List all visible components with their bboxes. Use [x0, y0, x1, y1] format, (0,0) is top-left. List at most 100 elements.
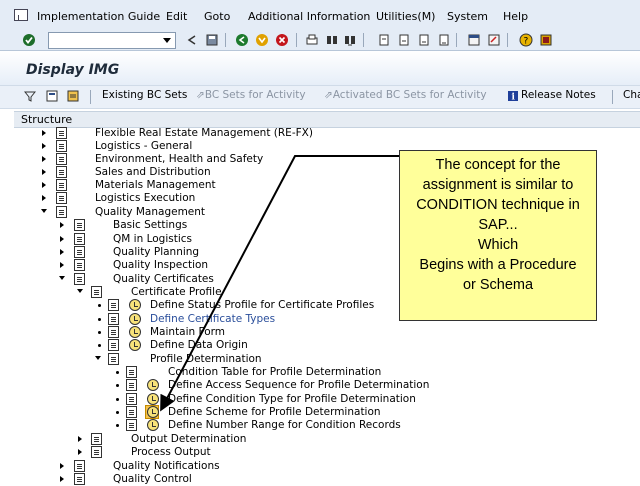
execute-activity-icon[interactable] [147, 419, 159, 431]
menu-utilities[interactable]: Utilities(M) [376, 10, 435, 23]
document-icon[interactable] [108, 313, 119, 325]
menu-implementation-guide[interactable]: Implementation Guide [37, 10, 160, 23]
document-icon[interactable] [126, 419, 137, 431]
tree-activity-define-condition-type[interactable]: Define Condition Type for Profile Determ… [14, 393, 640, 406]
expand-icon[interactable] [60, 476, 64, 482]
collapse-icon[interactable] [77, 289, 83, 293]
tree-activity-maintain-form[interactable]: Maintain Form [14, 326, 640, 339]
screen-title: Display IMG [26, 62, 120, 78]
structure-icon[interactable] [46, 90, 58, 102]
document-icon[interactable] [126, 366, 137, 378]
collapse-icon[interactable] [95, 356, 101, 360]
document-icon[interactable] [126, 406, 137, 418]
menu-help[interactable]: Help [503, 10, 528, 23]
callout-line: Begins with a Procedure [419, 257, 577, 273]
expand-icon[interactable] [60, 463, 64, 469]
tree-node-profile-determination[interactable]: Profile Determination [14, 353, 640, 366]
document-icon[interactable] [126, 379, 137, 391]
document-icon[interactable] [108, 326, 119, 338]
tree-activity-define-number-range[interactable]: Define Number Range for Condition Record… [14, 419, 640, 432]
help-icon[interactable]: ? [519, 33, 533, 47]
info-icon: i [508, 91, 518, 102]
new-session-icon[interactable] [467, 33, 481, 47]
back-icon[interactable] [185, 33, 199, 47]
execute-activity-icon[interactable] [147, 406, 159, 418]
document-icon [56, 166, 67, 178]
expand-icon[interactable] [60, 249, 64, 255]
document-icon[interactable] [126, 393, 137, 405]
expand-icon[interactable] [60, 262, 64, 268]
tree-activity-define-access-sequence[interactable]: Define Access Sequence for Profile Deter… [14, 379, 640, 392]
shortcut-icon[interactable] [487, 33, 501, 47]
cancel-icon[interactable] [275, 33, 289, 47]
tree-activity-condition-table[interactable]: Condition Table for Profile Determinatio… [14, 366, 640, 379]
expand-icon[interactable] [60, 222, 64, 228]
last-page-icon[interactable] [437, 33, 451, 47]
document-icon [56, 179, 67, 191]
system-menu-icon[interactable] [14, 9, 28, 21]
execute-activity-icon[interactable] [129, 326, 141, 338]
activated-bc-sets-button[interactable]: ⇗Activated BC Sets for Activity [324, 89, 487, 101]
chevron-down-icon[interactable] [163, 38, 171, 43]
tree-node-process-output[interactable]: Process Output [14, 446, 640, 459]
expand-icon[interactable] [42, 130, 46, 136]
execute-activity-icon[interactable] [129, 339, 141, 351]
menu-additional-information[interactable]: Additional Information [248, 10, 370, 23]
first-page-icon[interactable] [377, 33, 391, 47]
exit-icon[interactable] [255, 33, 269, 47]
tree-activity-define-data-origin[interactable]: Define Data Origin [14, 339, 640, 352]
bc-sets-for-activity-button[interactable]: ⇗BC Sets for Activity [196, 89, 306, 101]
save-icon[interactable] [205, 33, 219, 47]
execute-activity-icon[interactable] [147, 393, 159, 405]
tree-node-label: Basic Settings [113, 219, 188, 231]
document-icon [91, 286, 102, 298]
find-next-icon[interactable] [343, 33, 357, 47]
tree-node-label: QM in Logistics [113, 233, 192, 245]
document-icon[interactable] [108, 299, 119, 311]
command-field[interactable] [48, 32, 176, 49]
standard-toolbar: ? [0, 30, 640, 51]
filter-icon[interactable] [24, 90, 36, 102]
bullet-icon [98, 304, 101, 307]
tree-node-label: Quality Control [113, 473, 192, 485]
execute-activity-icon[interactable] [147, 379, 159, 391]
document-icon [56, 140, 67, 152]
expand-icon[interactable] [60, 236, 64, 242]
menu-edit[interactable]: Edit [166, 10, 187, 23]
execute-activity-icon[interactable] [129, 299, 141, 311]
tree-node-flexible-real-estate[interactable]: Flexible Real Estate Management (RE-FX) [14, 127, 640, 140]
previous-page-icon[interactable] [397, 33, 411, 47]
bullet-icon [116, 424, 119, 427]
expand-icon[interactable] [42, 156, 46, 162]
existing-bc-sets-button[interactable]: Existing BC Sets [102, 89, 187, 101]
release-notes-button[interactable]: Release Notes [521, 89, 596, 101]
tree-activity-define-scheme[interactable]: Define Scheme for Profile Determination [14, 405, 640, 419]
expand-icon[interactable] [42, 169, 46, 175]
collapse-icon[interactable] [59, 276, 65, 280]
bullet-icon [98, 344, 101, 347]
print-icon[interactable] [305, 33, 319, 47]
menu-system[interactable]: System [447, 10, 488, 23]
document-icon [74, 259, 85, 271]
tree-node-quality-notifications[interactable]: Quality Notifications [14, 460, 640, 473]
back-nav-icon[interactable] [235, 33, 249, 47]
document-icon[interactable] [108, 339, 119, 351]
menu-goto[interactable]: Goto [204, 10, 230, 23]
documentation-icon[interactable] [67, 90, 79, 102]
menu-bar: Implementation Guide Edit Goto Additiona… [0, 0, 640, 31]
find-icon[interactable] [325, 33, 339, 47]
expand-icon[interactable] [42, 182, 46, 188]
expand-icon[interactable] [42, 143, 46, 149]
expand-icon[interactable] [78, 436, 82, 442]
expand-icon[interactable] [42, 195, 46, 201]
tree-node-output-determination[interactable]: Output Determination [14, 433, 640, 446]
layout-icon[interactable] [539, 33, 553, 47]
next-page-icon[interactable] [417, 33, 431, 47]
expand-icon[interactable] [78, 449, 82, 455]
structure-header-label: Structure [21, 113, 73, 126]
enter-icon[interactable] [22, 33, 36, 47]
collapse-icon[interactable] [41, 209, 47, 213]
tree-node-label: Quality Notifications [113, 460, 220, 472]
change-log-button[interactable]: Cha [623, 89, 640, 101]
execute-activity-icon[interactable] [129, 313, 141, 325]
